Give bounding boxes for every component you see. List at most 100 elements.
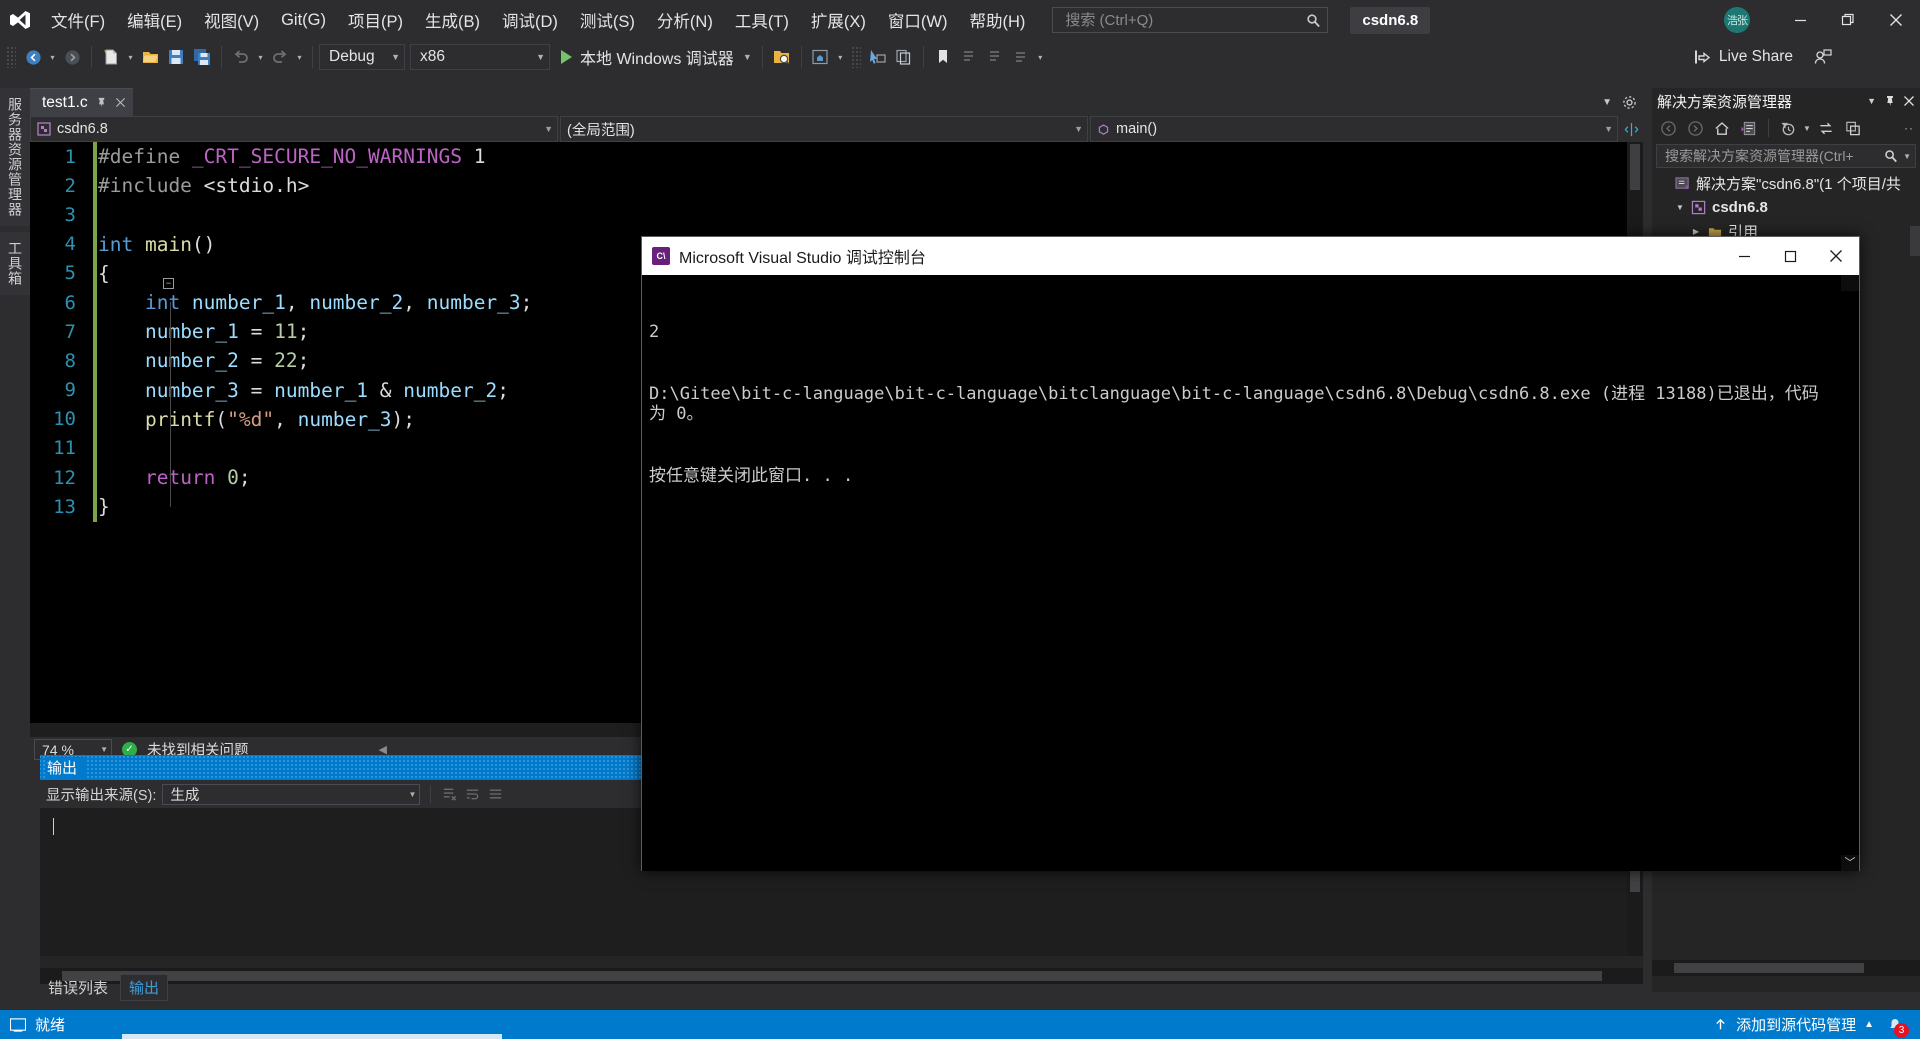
toggle-word-wrap-icon[interactable] [464,786,481,802]
open-file-icon[interactable] [137,44,163,70]
solution-explorer-scroll-indicator[interactable] [1910,226,1920,256]
navigate-backward-icon[interactable] [20,44,46,70]
vtab-server-explorer[interactable]: 服务器资源管理器 [0,88,30,226]
undo-dropdown-icon[interactable]: ▾ [254,44,267,70]
global-search-box[interactable] [1052,7,1329,33]
bottom-tab-output[interactable]: 输出 [120,973,169,1001]
solution-search-input[interactable] [1663,147,1855,165]
clear-output-icon[interactable] [441,786,458,802]
forward-icon[interactable] [1683,116,1707,140]
output-source-combo[interactable]: 生成 ▼ [162,783,421,805]
tab-settings-icon[interactable] [1622,95,1637,110]
prev-bookmark-icon[interactable] [956,44,982,70]
console-close-button[interactable] [1813,237,1859,275]
menu-window[interactable]: 窗口(W) [877,0,959,40]
close-button[interactable] [1872,0,1920,40]
scrollbar-thumb[interactable] [1674,963,1864,973]
solution-name-badge[interactable]: csdn6.8 [1350,6,1431,34]
home-icon[interactable] [1710,116,1734,140]
search-input[interactable] [1063,10,1284,30]
chevron-right-icon[interactable]: ▶ [1690,227,1702,236]
menu-debug[interactable]: 调试(D) [491,0,569,40]
scrollbar-thumb[interactable] [62,971,1602,981]
collapse-region-icon[interactable]: − [163,278,174,289]
switch-views-icon[interactable] [1737,116,1761,140]
pin-icon[interactable] [1884,95,1896,107]
vtab-toolbox[interactable]: 工具箱 [0,232,30,295]
next-bookmark-icon[interactable] [982,44,1008,70]
menu-tools[interactable]: 工具(T) [724,0,800,40]
solution-configuration-combo[interactable]: Debug ▼ [319,44,405,70]
project-scope-combo[interactable]: csdn6.8 ▼ [30,116,558,142]
pending-changes-filter-icon[interactable] [1776,116,1800,140]
live-share-button[interactable]: Live Share [1694,40,1832,74]
navigate-backward-dropdown-icon[interactable]: ▾ [46,44,59,70]
panel-menu-icon[interactable]: ▼ [1867,96,1876,106]
menu-extensions[interactable]: 扩展(X) [800,0,877,40]
navigate-forward-icon[interactable] [59,44,85,70]
pin-icon[interactable] [96,97,107,108]
menu-test[interactable]: 测试(S) [569,0,646,40]
menu-analyze[interactable]: 分析(N) [646,0,724,40]
toolbar-overflow-icon[interactable]: ▾ [1034,44,1047,70]
chevron-down-icon[interactable]: ▼ [1903,152,1911,161]
document-tab-test1c[interactable]: test1.c [30,88,133,116]
home-window-icon[interactable] [808,44,834,70]
chevron-down-icon[interactable]: ▼ [1674,203,1686,212]
chevron-up-icon[interactable]: ▲ [1864,1019,1874,1030]
tab-list-dropdown-icon[interactable]: ▼ [1602,97,1612,108]
back-icon[interactable] [1656,116,1680,140]
solution-explorer-horizontal-scrollbar[interactable] [1652,960,1920,976]
minimize-button[interactable] [1776,0,1824,40]
select-element-icon[interactable] [865,44,891,70]
menu-view[interactable]: 视图(V) [193,0,270,40]
toolbar-grip[interactable] [6,46,16,68]
solution-platform-combo[interactable]: x86 ▼ [410,44,550,70]
chevron-down-icon[interactable]: ▼ [1803,124,1811,133]
menu-git[interactable]: Git(G) [270,0,337,40]
undo-icon[interactable] [228,44,254,70]
redo-dropdown-icon[interactable]: ▾ [293,44,306,70]
new-project-dropdown-icon[interactable]: ▾ [124,44,137,70]
start-debugging-button[interactable]: 本地 Windows 调试器 ▼ [555,43,756,71]
toggle-bookmark-icon[interactable] [930,44,956,70]
redo-icon[interactable] [267,44,293,70]
clear-bookmarks-icon[interactable] [1008,44,1034,70]
split-view-icon[interactable] [1624,122,1639,137]
scrollbar-thumb[interactable] [1630,144,1640,190]
go-to-message-icon[interactable] [487,786,504,802]
refresh-icon[interactable] [1841,116,1865,140]
scroll-down-icon[interactable]: ﹀ [1841,855,1859,871]
type-scope-combo[interactable]: (全局范围) ▼ [560,116,1088,142]
solution-explorer-search[interactable]: ▼ [1656,144,1916,168]
add-to-source-control-label[interactable]: 添加到源代码管理 [1736,1014,1856,1035]
console-output-area[interactable]: 2 D:\Gitee\bit-c-language\bit-c-language… [642,275,1859,871]
menu-build[interactable]: 生成(B) [414,0,491,40]
console-maximize-button[interactable] [1767,237,1813,275]
close-icon[interactable] [115,97,126,108]
menu-project[interactable]: 项目(P) [337,0,414,40]
copy-styles-icon[interactable] [891,44,917,70]
solution-node[interactable]: 解决方案"csdn6.8"(1 个项目/共 [1652,171,1920,195]
menu-help[interactable]: 帮助(H) [958,0,1036,40]
member-scope-combo[interactable]: main() ▼ [1090,116,1618,142]
home-window-dropdown-icon[interactable]: ▾ [834,44,847,70]
preview-selected-items-icon[interactable] [769,44,795,70]
close-icon[interactable] [1903,95,1915,107]
bottom-tab-error-list[interactable]: 错误列表 [40,975,116,1000]
save-all-icon[interactable] [189,44,215,70]
console-minimize-button[interactable] [1721,237,1767,275]
console-title-bar[interactable]: C\ Microsoft Visual Studio 调试控制台 [642,237,1859,275]
toolbar-grip-2[interactable] [850,46,861,68]
menu-edit[interactable]: 编辑(E) [116,0,193,40]
toolbar-overflow-icon[interactable]: ·· [1904,121,1920,135]
menu-file[interactable]: 文件(F) [40,0,116,40]
restore-button[interactable] [1824,0,1872,40]
live-share-session-icon[interactable] [1814,49,1832,65]
avatar[interactable]: 浩张 [1724,7,1750,33]
save-icon[interactable] [163,44,189,70]
chevron-down-icon[interactable]: ▼ [743,52,752,62]
scrollbar-track[interactable] [1841,291,1859,855]
console-vertical-scrollbar[interactable]: ︿ ﹀ [1841,275,1859,871]
notifications-button[interactable]: 3 [1882,1015,1909,1038]
